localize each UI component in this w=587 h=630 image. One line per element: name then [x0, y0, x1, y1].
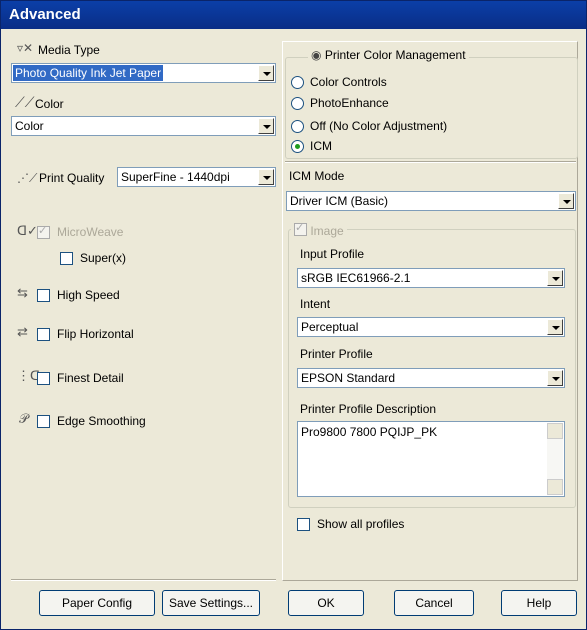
radio-photoenhance[interactable] — [291, 97, 304, 110]
flip-horizontal-checkbox[interactable] — [37, 328, 50, 341]
intent-value: Perceptual — [301, 320, 359, 334]
title-bar[interactable]: Advanced — [1, 1, 586, 29]
scroll-up-button[interactable] — [547, 423, 563, 439]
scroll-down-button[interactable] — [547, 479, 563, 495]
print-quality-select[interactable]: SuperFine - 1440dpi — [117, 167, 276, 187]
radio-icm[interactable] — [291, 140, 304, 153]
printer-profile-description-box[interactable]: Pro9800 7800 PQIJP_PK — [297, 421, 565, 497]
radio-icm-label: ICM — [310, 139, 332, 153]
color-icon: ⟋⟋ — [15, 94, 35, 110]
color-label: Color — [35, 97, 64, 111]
flip-horizontal-icon: ⇄ — [17, 324, 28, 339]
chevron-down-icon[interactable] — [258, 118, 274, 134]
edge-smoothing-checkbox[interactable] — [37, 415, 50, 428]
chevron-down-icon[interactable] — [558, 193, 574, 209]
input-profile-label: Input Profile — [300, 247, 365, 261]
high-speed-label: High Speed — [57, 288, 120, 302]
icm-mode-select[interactable]: Driver ICM (Basic) — [286, 191, 576, 211]
microweave-icon: ᗡ✓ — [17, 223, 38, 238]
intent-select[interactable]: Perceptual — [297, 317, 565, 337]
color-management-icon: ◉ — [311, 48, 322, 62]
radio-off[interactable] — [291, 120, 304, 133]
show-all-profiles-checkbox[interactable] — [297, 518, 310, 531]
image-legend: Image — [291, 221, 347, 238]
printer-profile-select[interactable]: EPSON Standard — [297, 368, 565, 388]
print-quality-icon: ⋰⟋ — [17, 171, 38, 185]
edge-smoothing-label: Edge Smoothing — [57, 414, 146, 428]
microweave-label: MicroWeave — [57, 225, 124, 239]
chevron-down-icon[interactable] — [547, 270, 563, 286]
color-value: Color — [15, 119, 44, 133]
color-management-title: Printer Color Management — [324, 48, 466, 62]
microweave-checkbox[interactable] — [37, 224, 50, 239]
left-separator — [11, 579, 276, 581]
super-checkbox[interactable] — [60, 252, 73, 265]
chevron-down-icon[interactable] — [547, 370, 563, 386]
printer-profile-description-label: Printer Profile Description — [300, 402, 437, 416]
help-button[interactable]: Help — [501, 590, 577, 616]
image-checkbox[interactable] — [294, 221, 307, 236]
finest-detail-label: Finest Detail — [57, 371, 124, 385]
radio-color-controls-label: Color Controls — [310, 75, 387, 89]
icm-mode-label: ICM Mode — [289, 169, 345, 183]
input-profile-value: sRGB IEC61966-2.1 — [301, 271, 411, 285]
advanced-dialog: Advanced ▿✕ Media Type Photo Quality Ink… — [0, 0, 587, 630]
cancel-button[interactable]: Cancel — [394, 590, 474, 616]
flip-horizontal-label: Flip Horizontal — [57, 327, 134, 341]
super-label: Super(x) — [80, 251, 127, 265]
chevron-down-icon[interactable] — [258, 65, 274, 81]
input-profile-select[interactable]: sRGB IEC61966-2.1 — [297, 268, 565, 288]
printer-profile-description-text: Pro9800 7800 PQIJP_PK — [301, 425, 438, 439]
media-type-value: Photo Quality Ink Jet Paper — [13, 65, 164, 81]
window-title: Advanced — [9, 6, 81, 23]
description-scrollbar[interactable] — [547, 423, 563, 495]
intent-label: Intent — [300, 297, 331, 311]
chevron-down-icon[interactable] — [258, 169, 274, 185]
media-type-icon: ▿✕ — [17, 41, 34, 55]
media-type-label: Media Type — [38, 43, 100, 57]
finest-detail-checkbox[interactable] — [37, 372, 50, 385]
chevron-down-icon[interactable] — [547, 319, 563, 335]
edge-smoothing-icon: 𝒫 — [19, 411, 29, 426]
print-quality-label: Print Quality — [39, 171, 105, 185]
color-select[interactable]: Color — [11, 116, 276, 136]
printer-profile-label: Printer Profile — [300, 347, 373, 361]
icm-mode-value: Driver ICM (Basic) — [290, 194, 388, 208]
image-label: Image — [310, 224, 344, 238]
radio-photoenhance-label: PhotoEnhance — [310, 96, 389, 110]
print-quality-value: SuperFine - 1440dpi — [121, 170, 230, 184]
radio-off-label: Off (No Color Adjustment) — [310, 119, 448, 133]
high-speed-checkbox[interactable] — [37, 289, 50, 302]
radio-color-controls[interactable] — [291, 76, 304, 89]
media-type-select[interactable]: Photo Quality Ink Jet Paper — [11, 63, 276, 83]
high-speed-icon: ⇆ — [17, 285, 28, 300]
printer-profile-value: EPSON Standard — [301, 371, 396, 385]
color-management-legend: ◉ Printer Color Management — [308, 48, 469, 62]
ok-button[interactable]: OK — [288, 590, 364, 616]
save-settings-button[interactable]: Save Settings... — [162, 590, 260, 616]
right-separator — [285, 161, 576, 163]
paper-config-button[interactable]: Paper Config — [39, 590, 155, 616]
show-all-profiles-label: Show all profiles — [317, 517, 405, 531]
